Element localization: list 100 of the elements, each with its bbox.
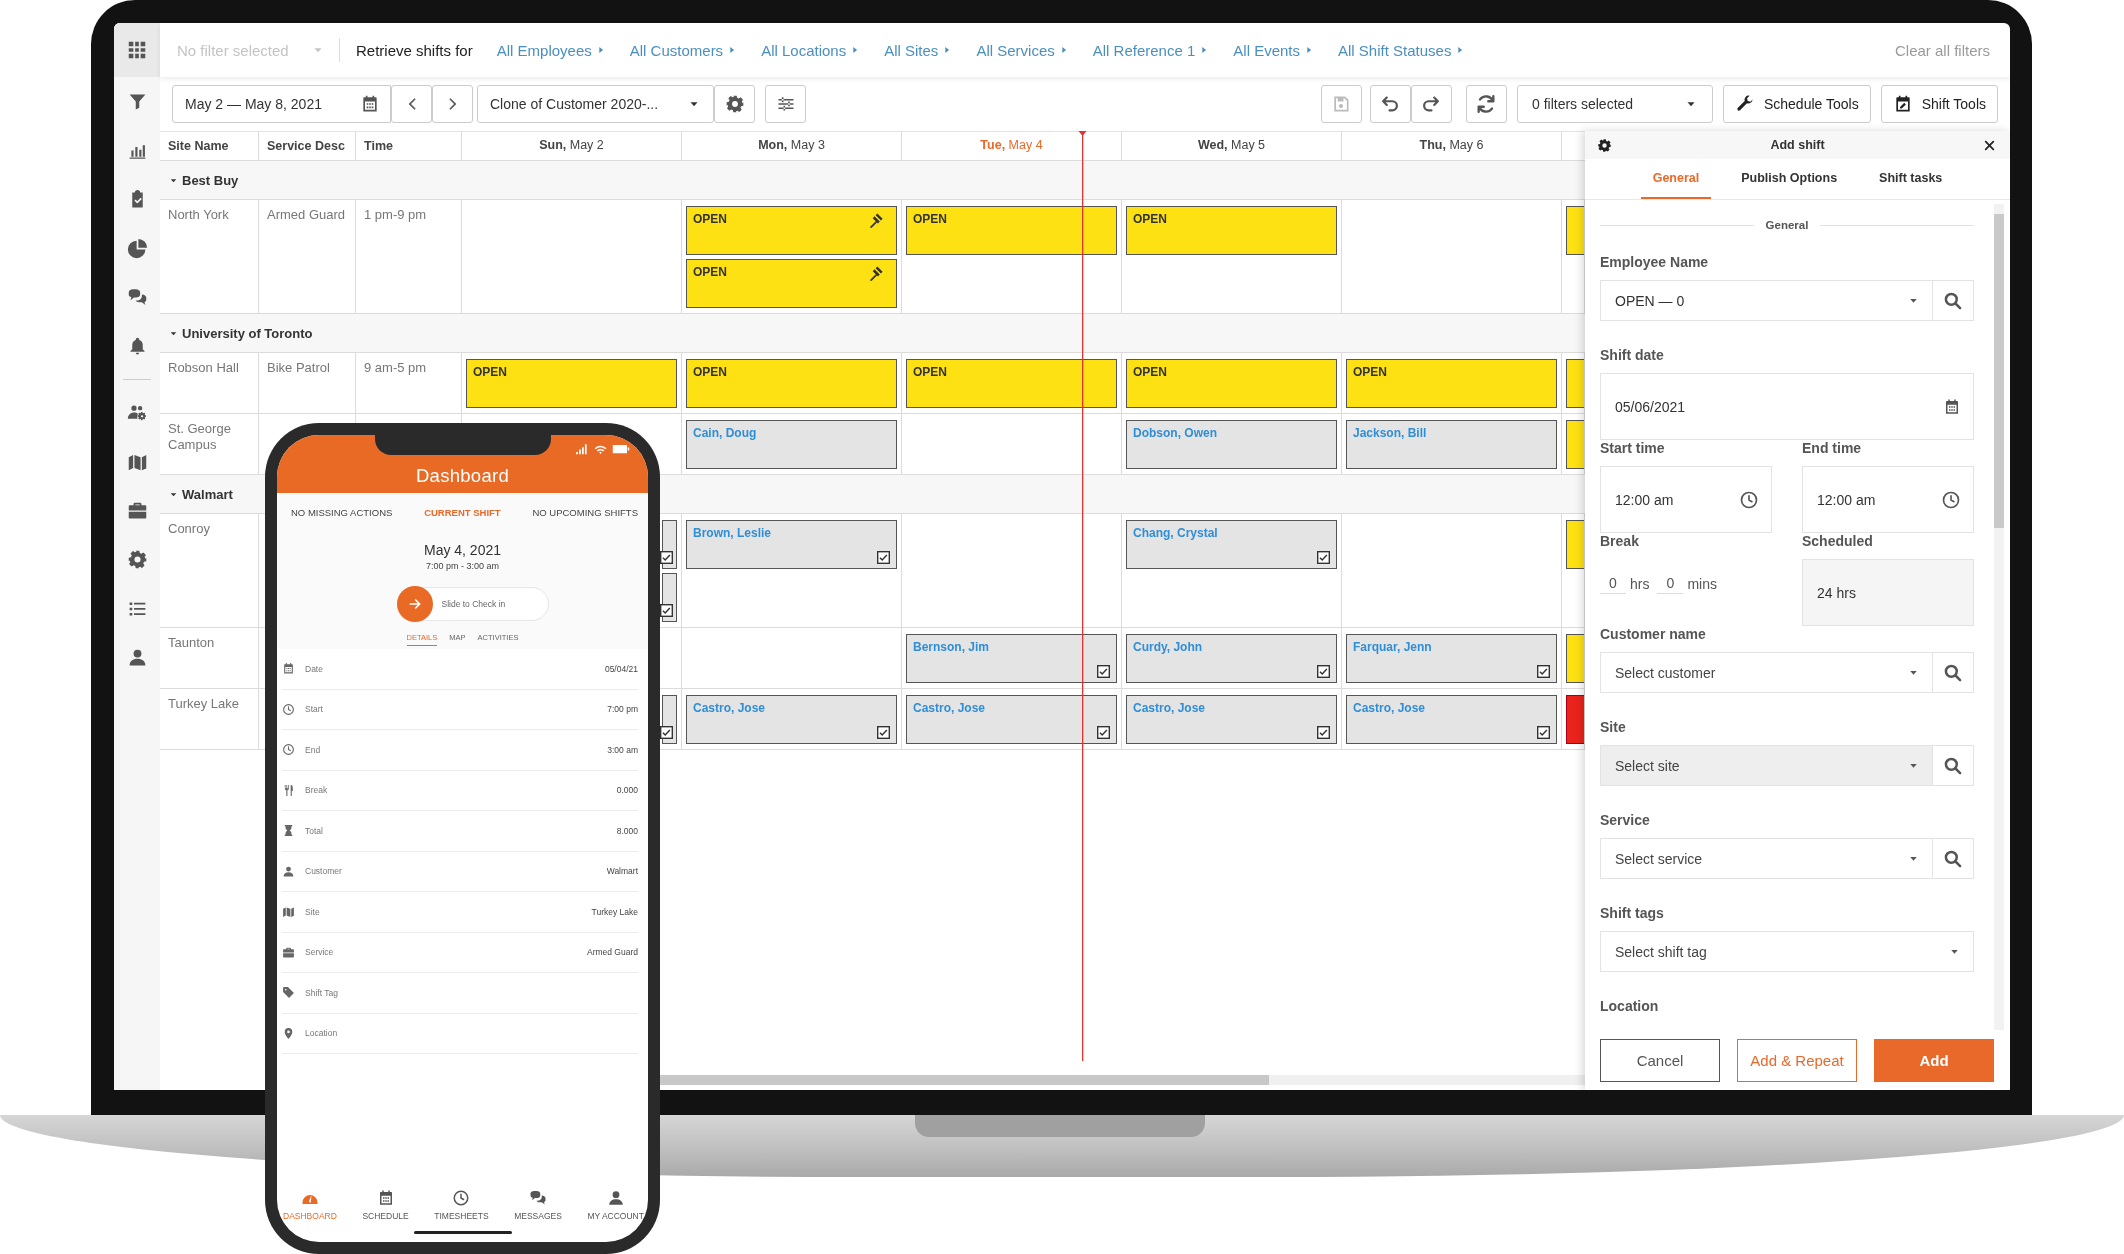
- tab[interactable]: Shift tasks: [1867, 159, 1955, 199]
- slide-to-check-in[interactable]: Slide to Check in: [396, 587, 549, 621]
- employee-name[interactable]: Castro, Jose: [913, 701, 986, 716]
- undo-button[interactable]: [1369, 85, 1411, 123]
- checkbox[interactable]: [1317, 726, 1330, 739]
- employee-name[interactable]: Curdy, John: [1133, 640, 1203, 655]
- shift-card[interactable]: Castro, Jose: [1346, 695, 1557, 744]
- open-shift-card[interactable]: OPEN: [906, 359, 1117, 408]
- employee-name[interactable]: Bernson, Jim: [913, 640, 990, 655]
- employee-name[interactable]: Jackson, Bill: [1353, 426, 1427, 441]
- select-field[interactable]: OPEN — 0: [1600, 280, 1933, 321]
- shift-card[interactable]: [662, 573, 677, 622]
- time-input[interactable]: 12:00 am: [1817, 491, 1941, 508]
- horizontal-scrollbar[interactable]: [657, 1075, 1585, 1085]
- employee-name[interactable]: Dobson, Owen: [1133, 426, 1217, 441]
- tools-button[interactable]: Schedule Tools: [1722, 85, 1871, 123]
- select-input[interactable]: Select service: [1615, 850, 1907, 867]
- shift-card[interactable]: Jackson, Bill: [1346, 420, 1557, 469]
- shift-card[interactable]: [662, 695, 677, 744]
- settings-icon[interactable]: [1597, 137, 1612, 153]
- shift-card[interactable]: Cain, Doug: [686, 420, 897, 469]
- open-shift-card[interactable]: OPEN: [686, 359, 897, 408]
- tab[interactable]: CURRENT SHIFT: [424, 507, 501, 518]
- open-shift-card[interactable]: OPEN: [686, 206, 897, 255]
- scheduled-input[interactable]: 24 hrs: [1817, 584, 1961, 601]
- time-input[interactable]: 12:00 am: [1615, 491, 1739, 508]
- open-shift-card[interactable]: OPEN: [466, 359, 677, 408]
- apps-grid-icon[interactable]: [126, 39, 148, 61]
- select-field[interactable]: Select service: [1600, 838, 1933, 879]
- filters-dropdown[interactable]: 0 filters selected: [1516, 85, 1713, 123]
- checkbox[interactable]: [877, 551, 890, 564]
- date-range-field[interactable]: May 2 — May 8, 2021: [172, 85, 391, 123]
- nav-item[interactable]: DASHBOARD: [283, 1189, 337, 1221]
- checkbox[interactable]: [877, 726, 890, 739]
- shift-card[interactable]: Chang, Crystal: [1126, 520, 1337, 569]
- employee-name[interactable]: Farquar, Jenn: [1353, 640, 1432, 655]
- employee-name[interactable]: Cain, Doug: [693, 426, 757, 441]
- checkbox[interactable]: [660, 551, 673, 564]
- clear-filters-link[interactable]: Clear all filters: [1894, 41, 1990, 59]
- shift-card[interactable]: Castro, Jose: [906, 695, 1117, 744]
- employee-name[interactable]: Castro, Jose: [693, 701, 766, 716]
- filter-link[interactable]: All Reference 1: [1092, 41, 1210, 59]
- nav-item[interactable]: MY ACCOUNT: [587, 1189, 644, 1221]
- nav-item[interactable]: MESSAGES: [514, 1189, 562, 1221]
- sliders-button[interactable]: [765, 85, 806, 123]
- settings-button[interactable]: [714, 85, 755, 123]
- select-field[interactable]: Select customer: [1600, 652, 1933, 693]
- briefcase-icon[interactable]: [126, 500, 148, 521]
- employee-name[interactable]: Brown, Leslie: [693, 526, 772, 541]
- filter-link[interactable]: All Customers: [629, 41, 738, 59]
- close-icon[interactable]: [1983, 138, 1996, 152]
- search-button[interactable]: [1933, 652, 1974, 693]
- shift-card[interactable]: Curdy, John: [1126, 634, 1337, 683]
- filter-link[interactable]: All Employees: [496, 41, 606, 59]
- refresh-button[interactable]: [1465, 85, 1507, 123]
- shift-card[interactable]: Castro, Jose: [1126, 695, 1337, 744]
- filter-link[interactable]: All Shift Statuses: [1338, 41, 1466, 59]
- open-shift-card[interactable]: OPEN: [1126, 206, 1337, 255]
- select-input[interactable]: Select customer: [1615, 664, 1907, 681]
- time-field[interactable]: 12:00 am: [1802, 466, 1974, 533]
- filter-link[interactable]: All Sites: [884, 41, 953, 59]
- checkbox[interactable]: [1097, 665, 1110, 678]
- open-shift-card[interactable]: OPEN: [686, 259, 897, 308]
- search-button[interactable]: [1933, 280, 1974, 321]
- employee-name[interactable]: Chang, Crystal: [1133, 526, 1218, 541]
- shift-card[interactable]: Bernson, Jim: [906, 634, 1117, 683]
- action-button[interactable]: Add: [1874, 1038, 1994, 1082]
- filter-link[interactable]: All Locations: [761, 41, 861, 59]
- checkbox[interactable]: [660, 726, 673, 739]
- shift-card[interactable]: [662, 520, 677, 569]
- checkbox[interactable]: [1097, 726, 1110, 739]
- tools-button[interactable]: Shift Tools: [1880, 85, 1998, 123]
- checkbox[interactable]: [1317, 665, 1330, 678]
- checkbox[interactable]: [1317, 551, 1330, 564]
- action-button[interactable]: Add & Repeat: [1737, 1038, 1857, 1082]
- hours-field[interactable]: 0: [1600, 573, 1626, 594]
- action-button[interactable]: Cancel: [1600, 1038, 1720, 1082]
- checkbox[interactable]: [1537, 726, 1550, 739]
- date-input[interactable]: 05/06/2021: [1615, 398, 1943, 415]
- redo-button[interactable]: [1410, 85, 1452, 123]
- search-button[interactable]: [1933, 838, 1974, 879]
- employee-name[interactable]: Castro, Jose: [1353, 701, 1426, 716]
- time-field[interactable]: 12:00 am: [1600, 466, 1772, 533]
- shift-card[interactable]: Dobson, Owen: [1126, 420, 1337, 469]
- date-field[interactable]: 05/06/2021: [1600, 373, 1974, 440]
- open-shift-card[interactable]: OPEN: [1126, 359, 1337, 408]
- open-shift-card[interactable]: OPEN: [1346, 359, 1557, 408]
- checkbox[interactable]: [660, 604, 673, 617]
- filter-link[interactable]: All Events: [1233, 41, 1314, 59]
- select-field[interactable]: Select shift tag: [1600, 931, 1974, 972]
- tab[interactable]: NO MISSING ACTIONS: [291, 507, 393, 518]
- open-shift-card[interactable]: OPEN: [906, 206, 1117, 255]
- nav-item[interactable]: TIMESHEETS: [434, 1189, 489, 1221]
- tab[interactable]: General: [1640, 159, 1712, 199]
- schedule-dropdown[interactable]: Clone of Customer 2020-...: [477, 85, 714, 123]
- shift-card[interactable]: Castro, Jose: [686, 695, 897, 744]
- nav-item[interactable]: SCHEDULE: [362, 1189, 409, 1221]
- tab[interactable]: Publish Options: [1729, 159, 1850, 199]
- shift-card[interactable]: Farquar, Jenn: [1346, 634, 1557, 683]
- select-input[interactable]: Select shift tag: [1615, 943, 1948, 960]
